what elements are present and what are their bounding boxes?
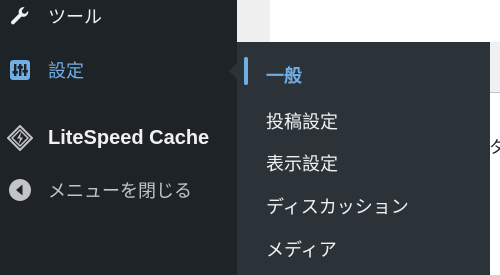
content-peek-text: タ — [489, 138, 500, 158]
submenu-item-general[interactable]: 一般 — [266, 62, 302, 88]
sidebar-item-litespeed-cache[interactable]: LiteSpeed Cache — [0, 118, 237, 158]
litespeed-diamond-icon — [7, 125, 33, 151]
wrench-icon — [7, 3, 33, 29]
collapse-menu-button[interactable]: メニューを閉じる — [0, 170, 237, 210]
collapse-menu-icon — [7, 177, 33, 203]
sidebar-item-label: ツール — [48, 7, 102, 28]
sidebar-item-label: LiteSpeed Cache — [48, 126, 210, 149]
content-table-border — [490, 92, 500, 93]
sidebar-item-tools[interactable]: ツール — [0, 0, 237, 36]
submenu-item-discussion[interactable]: ディスカッション — [266, 193, 409, 219]
sidebar-item-label: メニューを閉じる — [48, 181, 192, 202]
content-header-panel — [270, 0, 500, 42]
sidebar-item-label: 設定 — [48, 61, 84, 82]
admin-screen: タ ツール 設定 LiteSpeed Cache メニューを閉じる 一般 投稿設… — [0, 0, 500, 275]
submenu-item-reading[interactable]: 表示設定 — [266, 150, 338, 176]
submenu-item-writing[interactable]: 投稿設定 — [266, 108, 338, 134]
content-table — [490, 92, 500, 275]
submenu-item-media[interactable]: メディア — [266, 236, 337, 262]
current-item-indicator — [244, 57, 248, 85]
sidebar-item-settings[interactable]: 設定 — [0, 50, 237, 90]
settings-sliders-icon — [7, 57, 33, 83]
admin-sidebar: ツール 設定 LiteSpeed Cache メニューを閉じる — [0, 0, 237, 275]
